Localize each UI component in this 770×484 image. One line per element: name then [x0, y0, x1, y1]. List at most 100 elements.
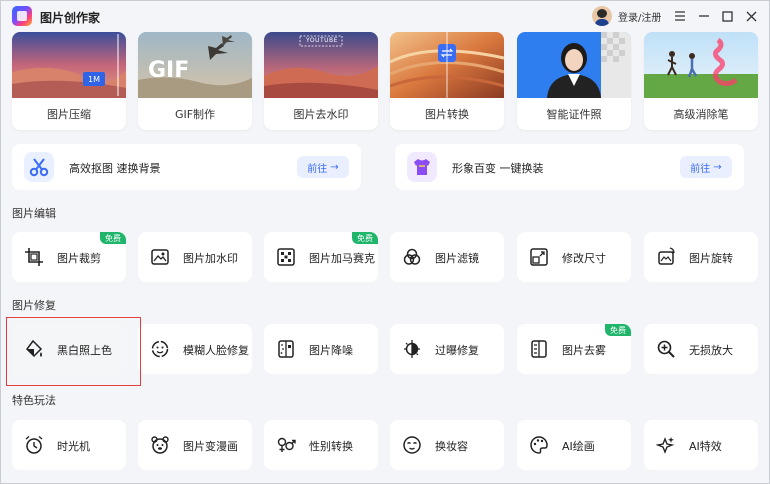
exposure-icon: [402, 339, 422, 359]
denoise-icon: [276, 339, 296, 359]
cutout-promo-card[interactable]: 高效抠图 速换背景 前往 →: [12, 144, 361, 190]
menu-icon[interactable]: [670, 6, 690, 26]
sparkle-star-icon: [656, 435, 676, 455]
filter-icon: [402, 247, 422, 267]
outfit-promo-card[interactable]: 形象百变 一键换装 前往 →: [395, 144, 744, 190]
palette-icon: [529, 435, 549, 455]
eraser-pen-card[interactable]: 高级消除笔: [644, 32, 758, 130]
tool-gender-swap[interactable]: 性别转换: [264, 420, 378, 470]
section-title-edit: 图片编辑: [12, 207, 56, 220]
app-title: 图片创作家: [40, 11, 101, 25]
minimize-icon[interactable]: [694, 6, 714, 26]
go-label: 前往: [307, 163, 328, 175]
tool-label: AI绘画: [562, 440, 595, 453]
eraser-thumbnail: [644, 32, 758, 98]
tool-label: 图片降噪: [309, 344, 353, 357]
watermark-overlay-text: YOUTUBE: [306, 37, 338, 44]
size-badge: 1M: [83, 72, 105, 86]
image-convert-label: 图片转换: [425, 108, 469, 121]
free-badge: 免费: [100, 232, 126, 244]
tool-face-restore[interactable]: 模糊人脸修复: [138, 324, 252, 374]
section-title-fun: 特色玩法: [12, 394, 56, 407]
arrow-right-icon: →: [713, 161, 722, 173]
app-logo: [12, 6, 32, 26]
tool-label: 性别转换: [309, 440, 353, 453]
cutout-promo-text: 高效抠图 速换背景: [69, 162, 161, 175]
tool-upscale[interactable]: 无损放大: [644, 324, 758, 374]
tool-label: 换妆容: [435, 440, 468, 453]
arrow-right-icon: →: [330, 161, 339, 173]
mosaic-icon: [276, 247, 296, 267]
tool-overexposure[interactable]: 过曝修复: [390, 324, 504, 374]
dehaze-icon: [529, 339, 549, 359]
scissors-icon: [24, 152, 54, 182]
login-label: 登录/注册: [618, 12, 662, 24]
watermark-remove-card[interactable]: YOUTUBE 图片去水印: [264, 32, 378, 130]
tool-label: AI特效: [689, 440, 722, 453]
image-watermark-icon: [150, 247, 170, 267]
tool-ai-painting[interactable]: AI绘画: [517, 420, 631, 470]
alarm-clock-icon: [24, 435, 44, 455]
image-convert-card[interactable]: 图片转换: [390, 32, 504, 130]
rotate-icon: [656, 247, 676, 267]
face-icon: [150, 339, 170, 359]
cutout-go-button[interactable]: 前往 →: [297, 156, 349, 178]
login-button[interactable]: 登录/注册: [592, 5, 661, 27]
resize-icon: [529, 247, 549, 267]
tool-label: 黑白照上色: [57, 344, 112, 357]
tool-label: 图片裁剪: [57, 252, 101, 265]
tool-label: 模糊人脸修复: [183, 344, 249, 357]
section-title-repair: 图片修复: [12, 299, 56, 312]
tool-resize[interactable]: 修改尺寸: [517, 232, 631, 282]
crop-icon: [24, 247, 44, 267]
gif-maker-card[interactable]: GIF GIF制作: [138, 32, 252, 130]
makeup-face-icon: [402, 435, 422, 455]
image-compress-card[interactable]: 1M 图片压缩: [12, 32, 126, 130]
paint-bucket-icon: [24, 339, 44, 359]
tool-label: 图片去雾: [562, 344, 606, 357]
eraser-pen-label: 高级消除笔: [673, 108, 729, 121]
title-bar: 图片创作家 登录/注册: [0, 0, 770, 32]
tool-label: 过曝修复: [435, 344, 479, 357]
tool-denoise[interactable]: 图片降噪: [264, 324, 378, 374]
compress-thumbnail: [12, 32, 126, 98]
tool-mosaic[interactable]: 图片加马赛克 免费: [264, 232, 378, 282]
outfit-promo-text: 形象百变 一键换装: [452, 162, 544, 175]
free-badge: 免费: [605, 324, 631, 336]
gif-maker-label: GIF制作: [174, 108, 216, 121]
tool-label: 图片变漫画: [183, 440, 238, 453]
convert-thumbnail: [390, 32, 504, 98]
watermark-remove-label: 图片去水印: [293, 108, 349, 121]
user-avatar: [592, 6, 612, 26]
gender-icon: [276, 435, 296, 455]
cartoon-bear-icon: [150, 435, 170, 455]
id-photo-thumbnail: [517, 32, 631, 98]
go-label: 前往: [690, 163, 711, 175]
tool-dehaze[interactable]: 图片去雾 免费: [517, 324, 631, 374]
close-icon[interactable]: [741, 6, 761, 26]
tool-rotate[interactable]: 图片旋转: [644, 232, 758, 282]
id-photo-label: 智能证件照: [546, 108, 602, 121]
tool-label: 图片旋转: [689, 252, 733, 265]
tool-label: 图片滤镜: [435, 252, 479, 265]
tool-add-watermark[interactable]: 图片加水印: [138, 232, 252, 282]
outfit-go-button[interactable]: 前往 →: [680, 156, 732, 178]
tool-makeup[interactable]: 换妆容: [390, 420, 504, 470]
tool-label: 图片加水印: [183, 252, 238, 265]
tool-label: 图片加马赛克: [309, 252, 375, 265]
tool-time-machine[interactable]: 时光机: [12, 420, 126, 470]
tool-colorize[interactable]: 黑白照上色: [12, 324, 126, 374]
tool-label: 修改尺寸: [562, 252, 606, 265]
maximize-icon[interactable]: [717, 6, 737, 26]
tool-ai-effects[interactable]: AI特效: [644, 420, 758, 470]
zoom-in-icon: [656, 339, 676, 359]
tool-crop[interactable]: 图片裁剪 免费: [12, 232, 126, 282]
image-compress-label: 图片压缩: [47, 108, 91, 121]
free-badge: 免费: [352, 232, 378, 244]
tool-label: 无损放大: [689, 344, 733, 357]
tool-cartoon[interactable]: 图片变漫画: [138, 420, 252, 470]
tool-filter[interactable]: 图片滤镜: [390, 232, 504, 282]
gif-overlay-text: GIF: [148, 58, 190, 83]
tool-label: 时光机: [57, 440, 90, 453]
id-photo-card[interactable]: 智能证件照: [517, 32, 631, 130]
